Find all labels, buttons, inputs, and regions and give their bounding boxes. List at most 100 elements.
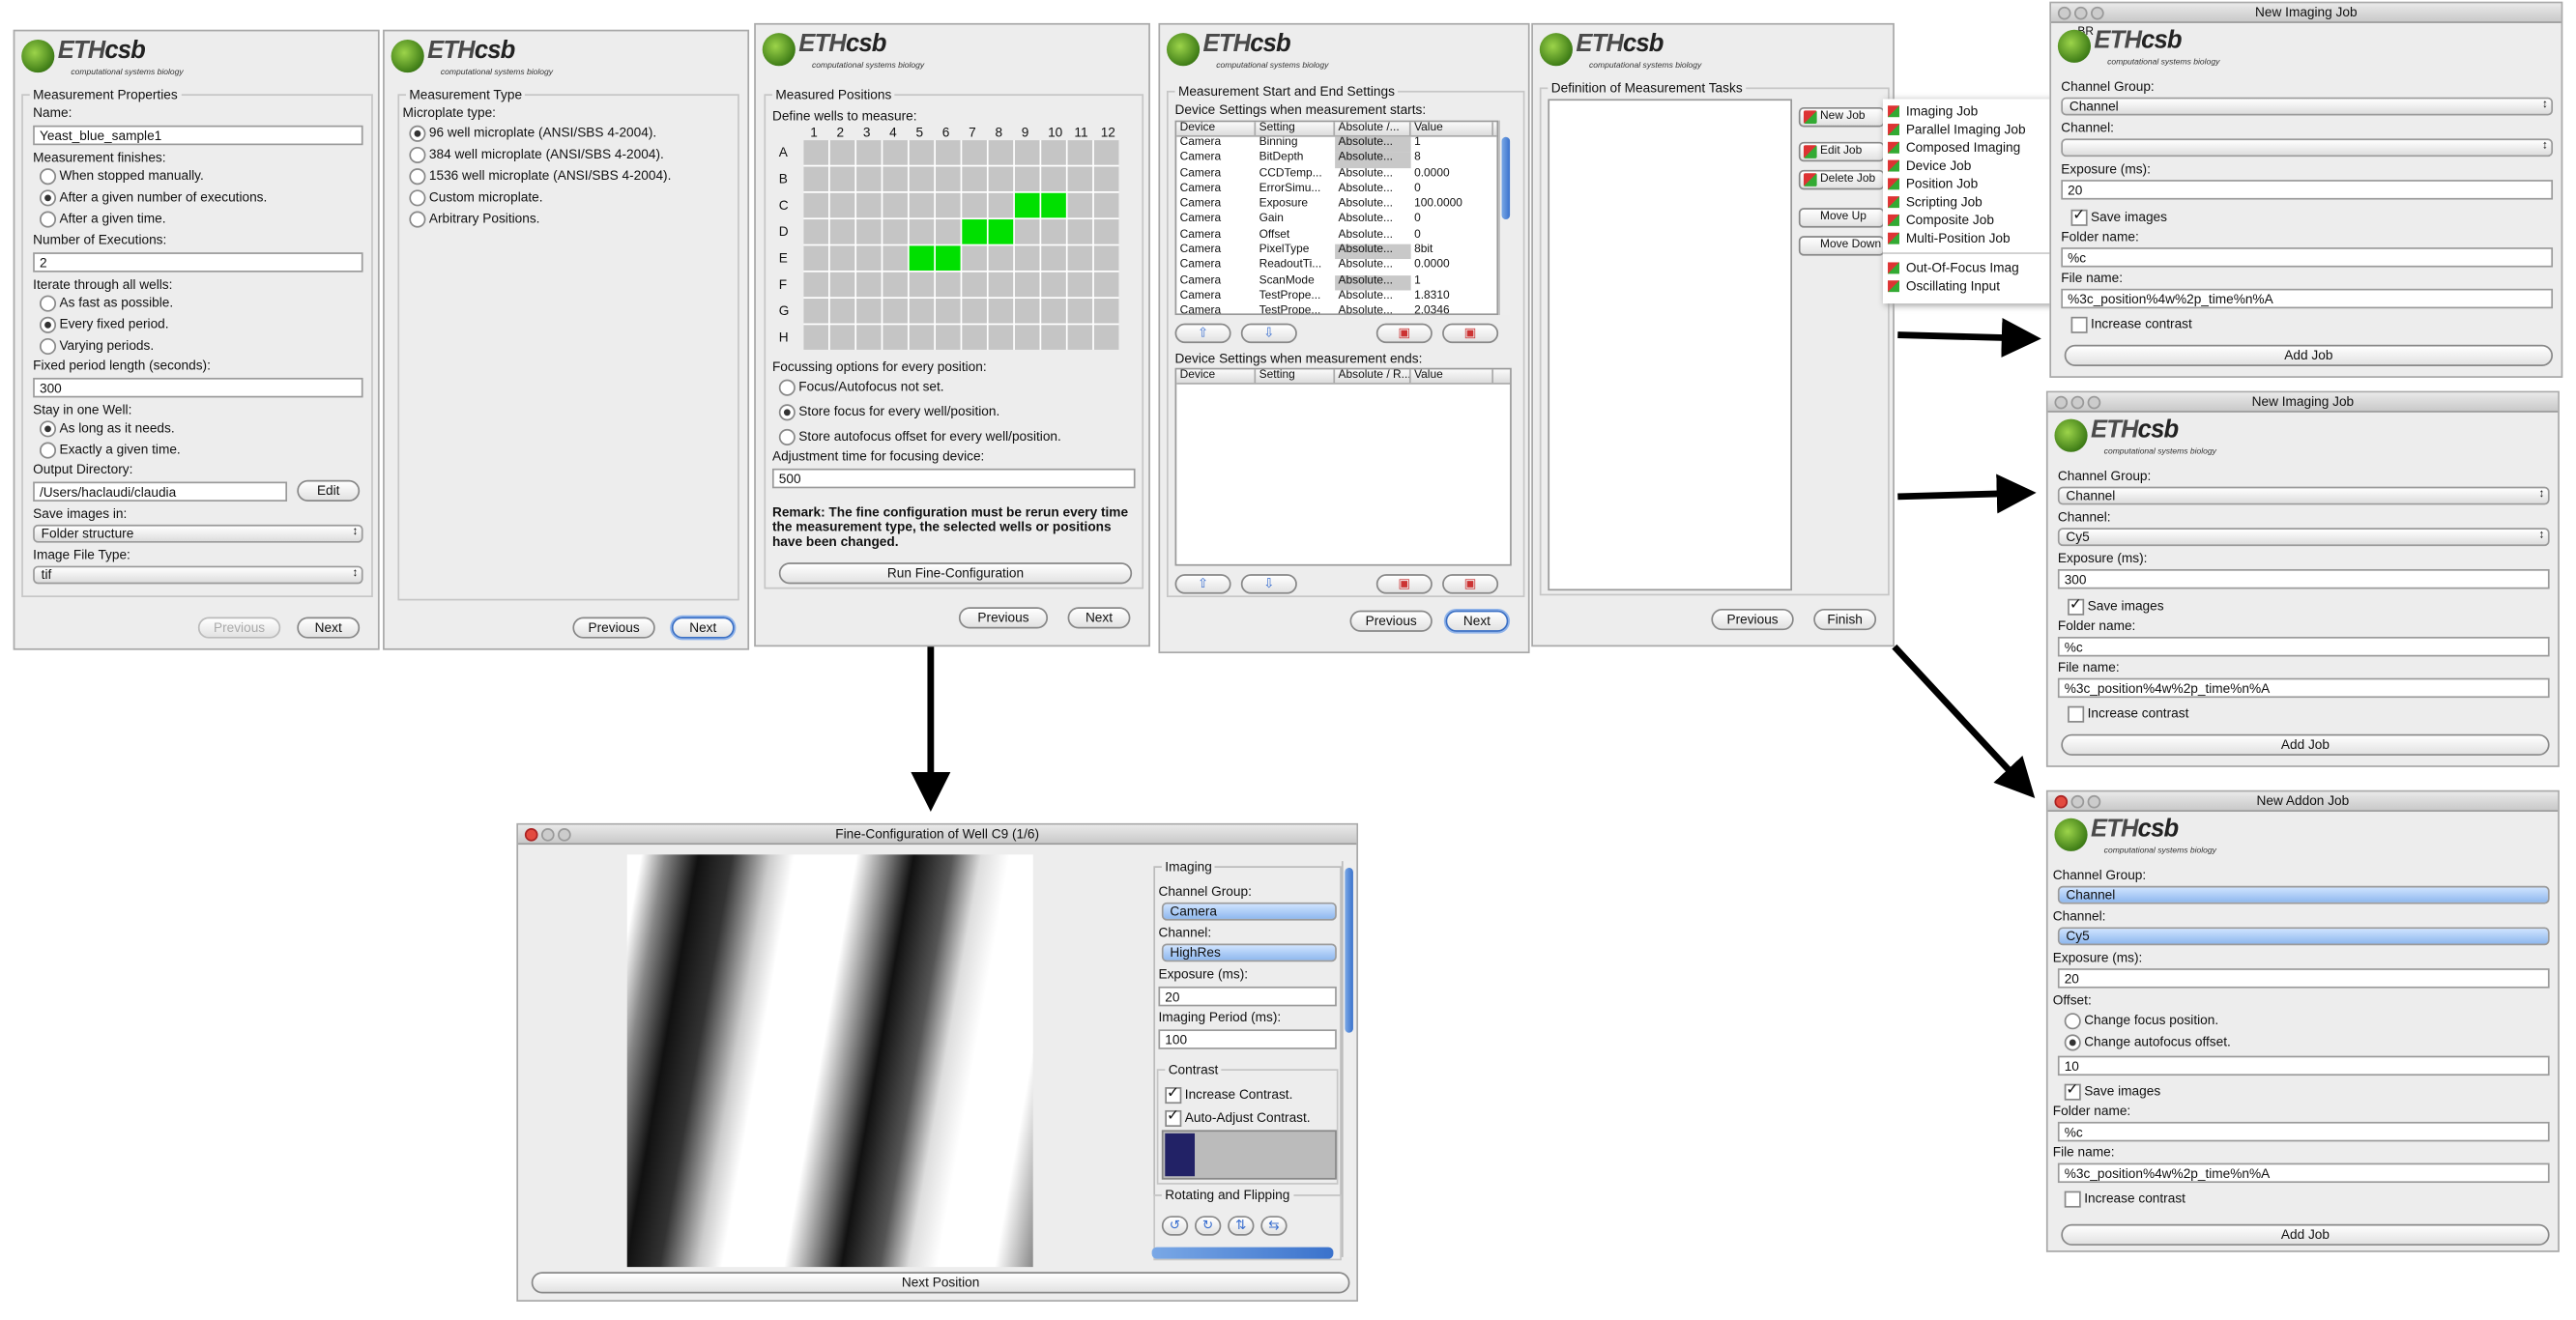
menu-item-device-job[interactable]: Device Job <box>1883 157 2058 175</box>
well-E10[interactable] <box>1041 245 1066 271</box>
previous-button[interactable]: Previous <box>572 617 655 639</box>
finish-executions-radio[interactable]: After a given number of executions. <box>39 189 267 207</box>
exposure-field[interactable]: 20 <box>2061 180 2554 200</box>
well-E2[interactable] <box>829 245 855 271</box>
folder-name-field[interactable]: %c <box>2057 1121 2550 1142</box>
move-up-button[interactable]: ⇧ <box>1174 323 1231 344</box>
well-C4[interactable] <box>883 192 908 218</box>
column-header[interactable]: Value <box>1411 122 1494 135</box>
window-buttons[interactable] <box>2057 6 2107 26</box>
settings-scrollbar[interactable] <box>1341 861 1353 1257</box>
well-F4[interactable] <box>883 272 908 298</box>
channel-group-select[interactable]: Channel <box>2061 97 2554 116</box>
save-images-checkbox[interactable]: Save images <box>2070 206 2167 226</box>
increase-contrast-checkbox[interactable]: Increase contrast <box>2064 1191 2185 1208</box>
add-job-button[interactable]: Add Job <box>2061 1223 2550 1246</box>
next-button[interactable]: Next <box>1445 610 1509 632</box>
exposure-field[interactable]: 20 <box>1158 986 1337 1007</box>
move-down-button[interactable]: ⇩ <box>1240 323 1297 344</box>
well-D8[interactable] <box>988 219 1014 244</box>
well-F5[interactable] <box>909 272 935 298</box>
table-row[interactable]: Camera TestPrope... Absolute... 1.8310 <box>1176 290 1496 305</box>
channel-select[interactable]: Cy5 <box>2057 927 2550 946</box>
adjustment-time-field[interactable]: 500 <box>771 468 1136 489</box>
iterate-fixed-radio[interactable]: Every fixed period. <box>39 316 169 333</box>
well-G2[interactable] <box>829 299 855 324</box>
table-row[interactable]: Camera BitDepth Absolute... 8 <box>1176 152 1496 168</box>
change-focus-radio[interactable]: Change focus position. <box>2064 1013 2218 1030</box>
well-H8[interactable] <box>988 325 1014 350</box>
well-C3[interactable] <box>856 192 882 218</box>
channel-select[interactable]: HighRes <box>1161 943 1337 962</box>
table-row[interactable]: Camera ScanMode Absolute... 1 <box>1176 274 1496 291</box>
well-A7[interactable] <box>962 140 987 165</box>
well-A12[interactable] <box>1093 140 1119 165</box>
rotate-right-icon[interactable]: ↻ <box>1195 1216 1222 1236</box>
column-header[interactable]: Setting <box>1256 122 1336 135</box>
next-button[interactable]: Next <box>671 617 735 639</box>
well-C6[interactable] <box>935 192 961 218</box>
well-F6[interactable] <box>935 272 961 298</box>
remove-setting-button[interactable]: ▣ <box>1442 574 1499 594</box>
well-H7[interactable] <box>962 325 987 350</box>
well-G4[interactable] <box>883 299 908 324</box>
well-F3[interactable] <box>856 272 882 298</box>
well-E6[interactable] <box>935 245 961 271</box>
offset-field[interactable]: 10 <box>2057 1055 2550 1076</box>
table-row[interactable]: Camera ErrorSimu... Absolute... 0 <box>1176 183 1496 198</box>
well-F9[interactable] <box>1014 272 1040 298</box>
menu-item-parallel-imaging-job[interactable]: Parallel Imaging Job <box>1883 121 2058 139</box>
well-D5[interactable] <box>909 219 935 244</box>
well-D3[interactable] <box>856 219 882 244</box>
edit-button[interactable]: Edit <box>297 479 361 502</box>
well-D11[interactable] <box>1067 219 1093 244</box>
window-buttons[interactable] <box>524 828 574 847</box>
well-H5[interactable] <box>909 325 935 350</box>
add-job-button[interactable]: Add Job <box>2061 733 2550 756</box>
iterate-varying-radio[interactable]: Varying periods. <box>39 337 154 356</box>
well-B8[interactable] <box>988 166 1014 192</box>
column-header[interactable]: Absolute /... <box>1335 122 1411 135</box>
channel-select[interactable] <box>2061 138 2554 158</box>
well-G3[interactable] <box>856 299 882 324</box>
store-autofocus-radio[interactable]: Store autofocus offset for every well/po… <box>778 428 1061 445</box>
column-header[interactable]: Value <box>1411 369 1494 384</box>
well-C10[interactable] <box>1041 192 1066 218</box>
start-table-scrollbar[interactable] <box>1498 120 1511 316</box>
file-type-select[interactable]: tif <box>33 565 363 585</box>
well-B5[interactable] <box>909 166 935 192</box>
well-G8[interactable] <box>988 299 1014 324</box>
well-E9[interactable] <box>1014 245 1040 271</box>
well-E12[interactable] <box>1093 245 1119 271</box>
well-G5[interactable] <box>909 299 935 324</box>
previous-button[interactable]: Previous <box>197 617 281 639</box>
exposure-field[interactable]: 300 <box>2057 568 2550 589</box>
well-D6[interactable] <box>935 219 961 244</box>
column-header[interactable]: Absolute / R... <box>1335 369 1411 384</box>
well-B10[interactable] <box>1041 166 1066 192</box>
well-grid[interactable] <box>803 140 1119 350</box>
menu-item-imaging-job[interactable]: Imaging Job <box>1883 102 2058 121</box>
next-position-button[interactable]: Next Position <box>531 1272 1350 1294</box>
rotate-left-icon[interactable]: ↺ <box>1161 1216 1189 1236</box>
column-header[interactable]: Device <box>1176 369 1257 384</box>
folder-name-field[interactable]: %c <box>2057 636 2550 657</box>
well-F8[interactable] <box>988 272 1014 298</box>
well-B3[interactable] <box>856 166 882 192</box>
well-D4[interactable] <box>883 219 908 244</box>
menu-item-composite-job[interactable]: Composite Job <box>1883 212 2058 230</box>
table-row[interactable]: Camera CCDTemp... Absolute... 0.0000 <box>1176 167 1496 183</box>
imaging-period-field[interactable]: 100 <box>1158 1029 1337 1049</box>
plate-384-radio[interactable]: 384 well microplate (ANSI/SBS 4-2004). <box>409 146 664 164</box>
menu-item-out-of-focus[interactable]: Out-Of-Focus Imag <box>1883 259 2058 277</box>
histogram[interactable] <box>1161 1130 1337 1180</box>
well-A1[interactable] <box>803 140 829 165</box>
finish-time-radio[interactable]: After a given time. <box>39 211 166 228</box>
well-C9[interactable] <box>1014 192 1040 218</box>
window-buttons[interactable] <box>2054 794 2103 815</box>
add-setting-button[interactable]: ▣ <box>1375 574 1433 594</box>
custom-plate-radio[interactable]: Custom microplate. <box>409 189 543 207</box>
menu-item-oscillating-input[interactable]: Oscillating Input <box>1883 277 2058 296</box>
menu-item-composed-imaging[interactable]: Composed Imaging <box>1883 138 2058 157</box>
well-G7[interactable] <box>962 299 987 324</box>
